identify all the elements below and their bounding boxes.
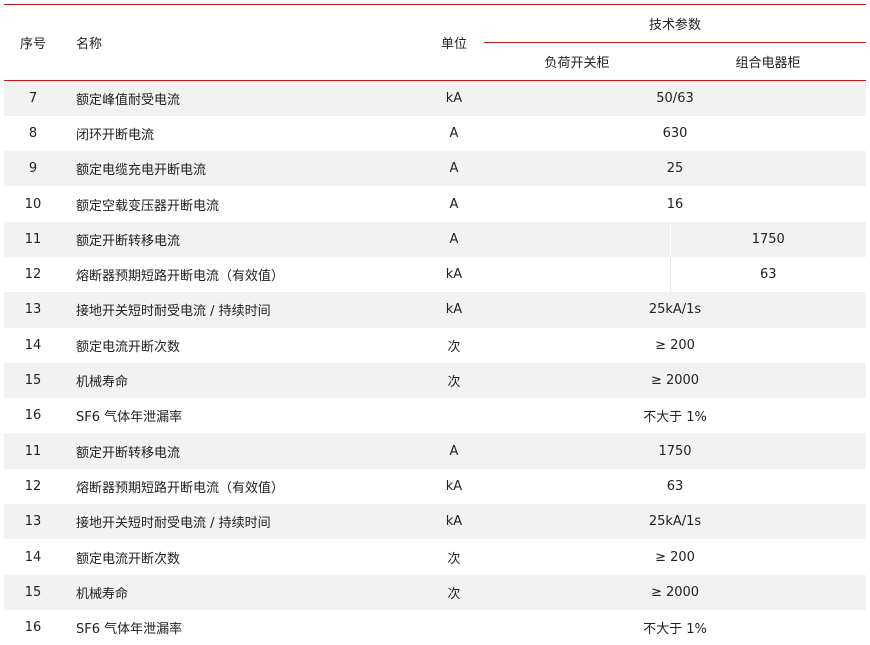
table-row: 16SF6 气体年泄漏率 不大于 1% (4, 610, 866, 645)
header-serial-number: 序号 (4, 5, 62, 81)
row-value: 不大于 1% (484, 398, 866, 433)
row-unit: kA (424, 81, 484, 116)
table-row: 9额定电缆充电开断电流A25 (4, 151, 866, 186)
row-unit: kA (424, 469, 484, 504)
row-serial-number: 11 (4, 433, 62, 468)
row-name: 额定开断转移电流 (62, 222, 424, 257)
row-unit: A (424, 433, 484, 468)
row-serial-number: 13 (4, 504, 62, 539)
table-row: 13接地开关短时耐受电流 / 持续时间kA25kA/1s (4, 504, 866, 539)
row-unit: kA (424, 292, 484, 327)
row-value: ≥ 200 (484, 539, 866, 574)
row-serial-number: 16 (4, 610, 62, 645)
row-name: SF6 气体年泄漏率 (62, 398, 424, 433)
row-unit: 次 (424, 363, 484, 398)
row-unit: kA (424, 257, 484, 292)
row-serial-number: 12 (4, 469, 62, 504)
row-unit: A (424, 222, 484, 257)
table-row: 11额定开断转移电流A 1750 (4, 222, 866, 257)
row-value: 不大于 1% (484, 610, 866, 645)
row-unit (424, 610, 484, 645)
row-serial-number: 15 (4, 363, 62, 398)
row-value-combined: 63 (670, 257, 866, 292)
table-row: 7额定峰值耐受电流kA50/63 (4, 81, 866, 116)
row-serial-number: 16 (4, 398, 62, 433)
row-serial-number: 13 (4, 292, 62, 327)
row-name: 机械寿命 (62, 363, 424, 398)
row-name: 额定开断转移电流 (62, 433, 424, 468)
row-serial-number: 12 (4, 257, 62, 292)
table-row: 13接地开关短时耐受电流 / 持续时间kA25kA/1s (4, 292, 866, 327)
row-name: 额定空载变压器开断电流 (62, 186, 424, 221)
row-serial-number: 9 (4, 151, 62, 186)
row-name: SF6 气体年泄漏率 (62, 610, 424, 645)
row-name: 接地开关短时耐受电流 / 持续时间 (62, 292, 424, 327)
row-serial-number: 7 (4, 81, 62, 116)
row-value: 25kA/1s (484, 504, 866, 539)
row-value: ≥ 2000 (484, 363, 866, 398)
header-combined-apparatus-cabinet: 组合电器柜 (670, 43, 866, 81)
table-row: 12熔断器预期短路开断电流（有效值）kA63 (4, 469, 866, 504)
header-name: 名称 (62, 5, 424, 81)
row-name: 额定电流开断次数 (62, 539, 424, 574)
row-value-load-switch (484, 222, 670, 257)
table-row: 10额定空载变压器开断电流A16 (4, 186, 866, 221)
row-name: 闭环开断电流 (62, 116, 424, 151)
table-row: 12熔断器预期短路开断电流（有效值）kA 63 (4, 257, 866, 292)
row-value: 25kA/1s (484, 292, 866, 327)
table-row: 14额定电流开断次数次≥ 200 (4, 328, 866, 363)
row-value: 630 (484, 116, 866, 151)
row-serial-number: 14 (4, 328, 62, 363)
row-unit: kA (424, 504, 484, 539)
technical-parameters-table: 序号 名称 单位 技术参数 负荷开关柜 组合电器柜 7额定峰值耐受电流kA50/… (4, 4, 866, 645)
row-value: 50/63 (484, 81, 866, 116)
row-value: 25 (484, 151, 866, 186)
row-unit: A (424, 151, 484, 186)
row-name: 接地开关短时耐受电流 / 持续时间 (62, 504, 424, 539)
row-unit (424, 398, 484, 433)
row-serial-number: 10 (4, 186, 62, 221)
row-serial-number: 8 (4, 116, 62, 151)
row-unit: 次 (424, 328, 484, 363)
row-serial-number: 15 (4, 575, 62, 610)
row-name: 额定电缆充电开断电流 (62, 151, 424, 186)
row-name: 熔断器预期短路开断电流（有效值） (62, 257, 424, 292)
row-value: ≥ 200 (484, 328, 866, 363)
row-value-load-switch (484, 257, 670, 292)
header-technical-parameters: 技术参数 (484, 5, 866, 43)
row-serial-number: 14 (4, 539, 62, 574)
row-name: 额定电流开断次数 (62, 328, 424, 363)
row-value-combined: 1750 (670, 222, 866, 257)
table-row: 8闭环开断电流A630 (4, 116, 866, 151)
row-value: 16 (484, 186, 866, 221)
table-row: 15机械寿命次≥ 2000 (4, 575, 866, 610)
row-name: 熔断器预期短路开断电流（有效值） (62, 469, 424, 504)
row-value: 63 (484, 469, 866, 504)
table-row: 16SF6 气体年泄漏率 不大于 1% (4, 398, 866, 433)
header-load-switch-cabinet: 负荷开关柜 (484, 43, 670, 81)
row-value: ≥ 2000 (484, 575, 866, 610)
row-unit: 次 (424, 575, 484, 610)
table-row: 14额定电流开断次数次≥ 200 (4, 539, 866, 574)
header-unit: 单位 (424, 5, 484, 81)
table-row: 15机械寿命次≥ 2000 (4, 363, 866, 398)
row-unit: A (424, 116, 484, 151)
row-value: 1750 (484, 433, 866, 468)
table-row: 11额定开断转移电流A1750 (4, 433, 866, 468)
row-name: 额定峰值耐受电流 (62, 81, 424, 116)
row-unit: 次 (424, 539, 484, 574)
spec-table-container: 序号 名称 单位 技术参数 负荷开关柜 组合电器柜 7额定峰值耐受电流kA50/… (0, 0, 870, 643)
row-serial-number: 11 (4, 222, 62, 257)
row-unit: A (424, 186, 484, 221)
table-body: 7额定峰值耐受电流kA50/638闭环开断电流A6309额定电缆充电开断电流A2… (4, 81, 866, 645)
row-name: 机械寿命 (62, 575, 424, 610)
table-header: 序号 名称 单位 技术参数 负荷开关柜 组合电器柜 (4, 5, 866, 81)
